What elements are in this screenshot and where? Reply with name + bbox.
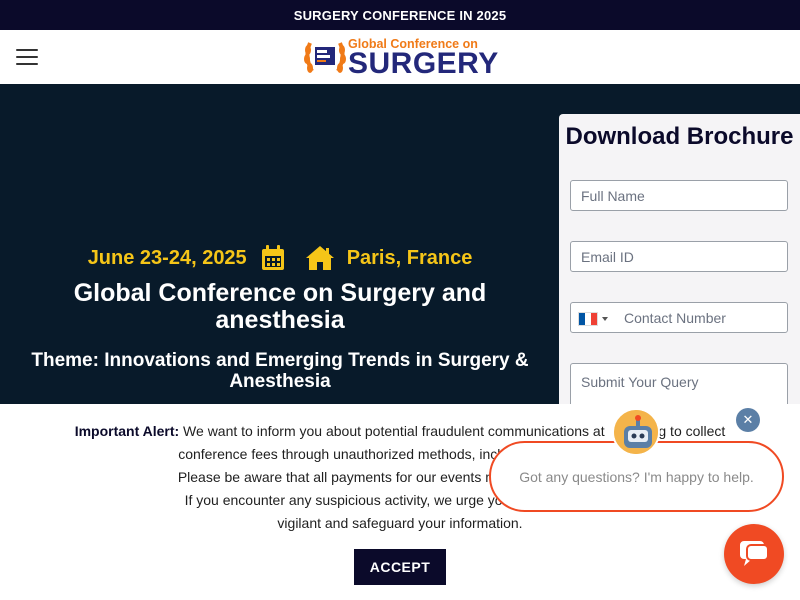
calendar-icon bbox=[261, 245, 284, 270]
home-icon bbox=[305, 246, 334, 270]
event-meta: June 23-24, 2025 Paris, France bbox=[0, 240, 560, 276]
brochure-form: Download Brochure bbox=[559, 114, 800, 419]
hero-theme: Theme: Innovations and Emerging Trends i… bbox=[31, 350, 529, 392]
logo-wordmark: SURGERY bbox=[348, 47, 499, 80]
laurel-emblem-icon bbox=[304, 42, 346, 73]
chat-bubble-icon bbox=[740, 541, 769, 566]
full-name-input[interactable] bbox=[570, 180, 788, 211]
site-header: Global Conference on SURGERY bbox=[0, 30, 800, 84]
event-date: June 23-24, 2025 bbox=[87, 246, 247, 269]
hero-title: Global Conference on Surgery and anesthe… bbox=[73, 279, 487, 334]
email-input[interactable] bbox=[570, 241, 788, 272]
chevron-down-icon bbox=[602, 317, 608, 321]
accept-button[interactable]: ACCEPT bbox=[354, 549, 446, 585]
announcement-bar: SURGERY CONFERENCE IN 2025 bbox=[0, 0, 800, 30]
chat-launcher-button[interactable] bbox=[724, 524, 784, 584]
alert-line-1b: ng to collect bbox=[650, 423, 726, 439]
close-chat-icon[interactable]: ✕ bbox=[736, 408, 760, 432]
form-title: Download Brochure bbox=[565, 123, 794, 150]
alert-line-5: vigilant and safeguard your information. bbox=[277, 515, 523, 531]
event-location: Paris, France bbox=[346, 246, 473, 269]
site-logo[interactable]: Global Conference on SURGERY bbox=[302, 33, 502, 81]
chat-bot-avatar bbox=[612, 408, 660, 456]
country-code-select[interactable] bbox=[578, 312, 614, 326]
alert-label: Important Alert: bbox=[74, 423, 180, 439]
france-flag-icon bbox=[578, 312, 598, 326]
alert-line-1a: We want to inform you about potential fr… bbox=[179, 423, 605, 439]
announcement-text: SURGERY CONFERENCE IN 2025 bbox=[293, 7, 507, 23]
hamburger-menu-icon[interactable] bbox=[16, 48, 38, 66]
chat-greeting-text: Got any questions? I'm happy to help. bbox=[519, 468, 754, 485]
